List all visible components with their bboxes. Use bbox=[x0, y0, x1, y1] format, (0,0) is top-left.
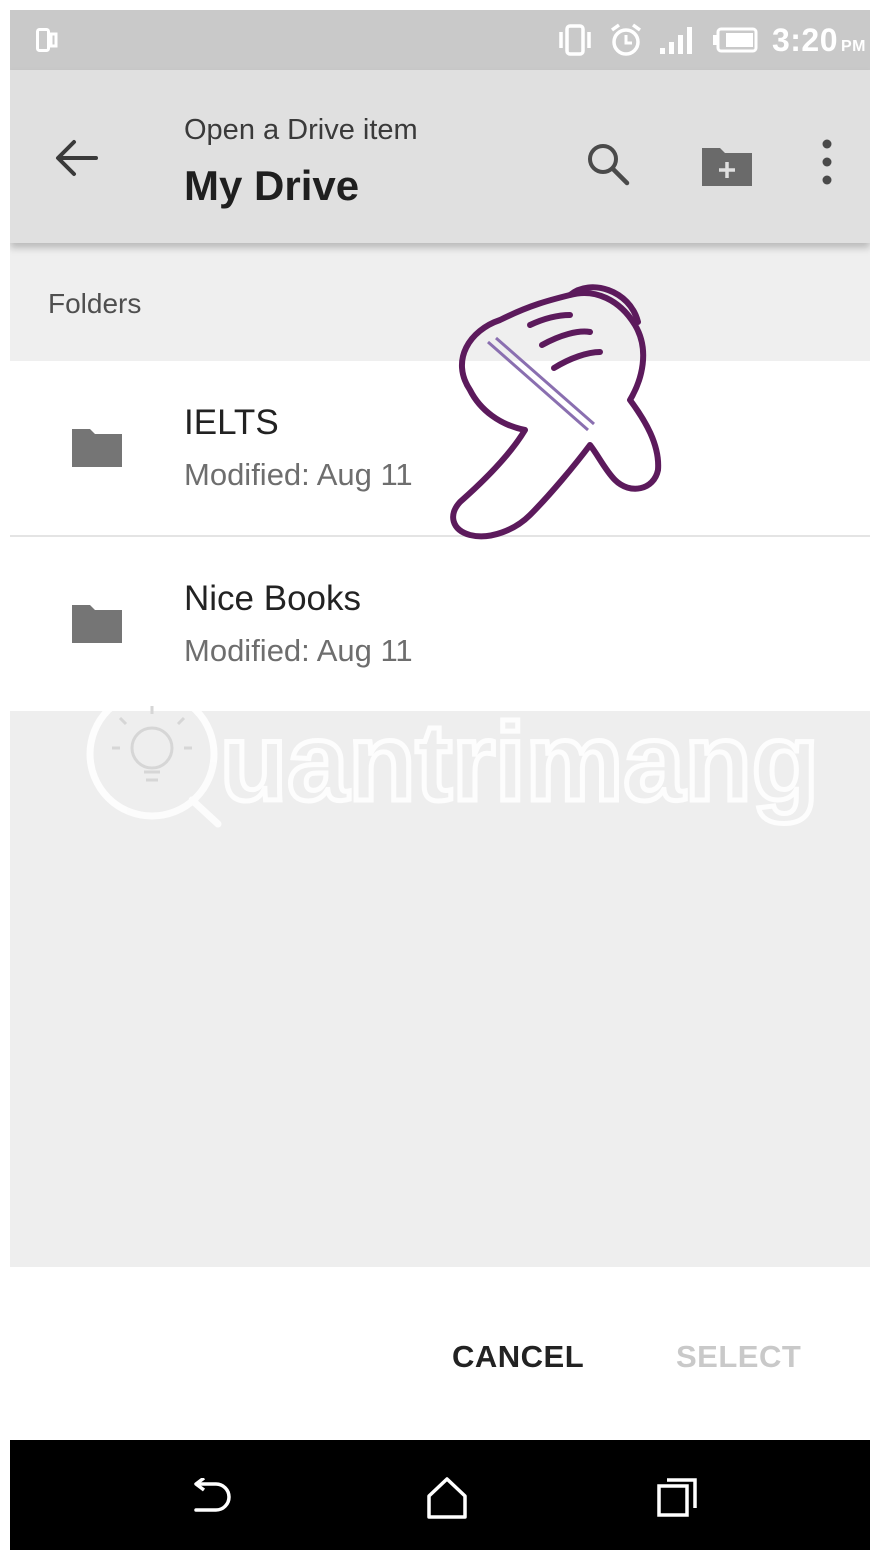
select-button[interactable]: SELECT bbox=[676, 1339, 801, 1375]
nav-home-icon[interactable] bbox=[424, 1474, 470, 1520]
folder-row-ielts[interactable]: IELTS Modified: Aug 11 bbox=[10, 361, 870, 537]
folder-icon bbox=[72, 429, 122, 467]
folder-icon bbox=[72, 605, 122, 643]
drive-picker-screen: 3:20 PM Open a Drive item My Drive Folder… bbox=[10, 10, 870, 1550]
dialog-actions: CANCEL SELECT bbox=[10, 1267, 870, 1440]
app-toolbar: Open a Drive item My Drive bbox=[10, 70, 870, 243]
navigation-bar bbox=[10, 1440, 870, 1550]
nav-recents-icon[interactable] bbox=[656, 1476, 698, 1518]
status-icons: 3:20 PM bbox=[556, 22, 866, 58]
signal-icon bbox=[659, 27, 692, 54]
search-icon[interactable] bbox=[582, 138, 634, 190]
back-arrow-icon[interactable] bbox=[50, 132, 102, 184]
nav-back-icon[interactable] bbox=[190, 1478, 236, 1518]
cancel-button[interactable]: CANCEL bbox=[452, 1339, 584, 1375]
status-bar: 3:20 PM bbox=[10, 10, 870, 70]
clock-time: 3:20 bbox=[771, 21, 838, 58]
toolbar-subtitle: Open a Drive item bbox=[184, 114, 418, 146]
vibrate-icon bbox=[559, 24, 591, 56]
battery-icon bbox=[712, 27, 758, 53]
folder-modified: Modified: Aug 11 bbox=[184, 457, 413, 492]
clock: 3:20 PM bbox=[772, 22, 866, 59]
page-title: My Drive bbox=[184, 162, 360, 209]
screen-icon bbox=[36, 28, 58, 52]
clock-ampm: PM bbox=[841, 37, 866, 55]
new-folder-icon[interactable] bbox=[698, 140, 756, 190]
section-header: Folders bbox=[10, 243, 870, 361]
alarm-icon bbox=[610, 23, 641, 56]
folder-name: Nice Books bbox=[184, 579, 362, 618]
more-vert-icon[interactable] bbox=[810, 134, 844, 194]
folder-row-nice-books[interactable]: Nice Books Modified: Aug 11 bbox=[10, 537, 870, 711]
empty-list-area bbox=[10, 711, 870, 1267]
folder-name: IELTS bbox=[184, 403, 279, 442]
folder-modified: Modified: Aug 11 bbox=[184, 633, 413, 668]
section-label: Folders bbox=[48, 288, 142, 319]
